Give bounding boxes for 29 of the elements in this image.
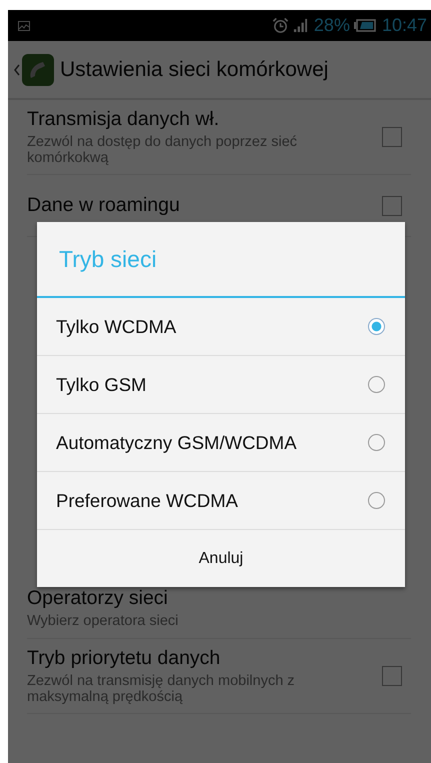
dialog-title: Tryb sieci	[37, 222, 405, 298]
battery-icon	[354, 19, 376, 32]
radio-button[interactable]	[368, 376, 385, 393]
network-mode-option[interactable]: Automatyczny GSM/WCDMA	[37, 414, 405, 472]
setting-title: Dane w roamingu	[27, 194, 181, 217]
checkbox[interactable]	[382, 127, 402, 147]
screen-title: Ustawienia sieci komórkowej	[60, 58, 328, 82]
setting-title: Tryb priorytetu danych	[27, 647, 222, 670]
cancel-button[interactable]: Anuluj	[37, 530, 405, 587]
radio-button[interactable]	[368, 434, 385, 451]
phone-app-icon[interactable]	[22, 54, 54, 86]
image-notification-icon	[18, 20, 30, 30]
clock-time: 10:47	[382, 15, 427, 36]
back-chevron-icon[interactable]	[14, 64, 20, 76]
checkbox[interactable]	[382, 196, 402, 216]
network-mode-option[interactable]: Tylko WCDMA	[37, 298, 405, 356]
radio-button[interactable]	[368, 492, 385, 509]
battery-percent: 28%	[314, 15, 350, 36]
option-label: Tylko GSM	[56, 374, 148, 396]
checkbox[interactable]	[382, 666, 402, 686]
radio-button[interactable]	[368, 318, 385, 335]
setting-title: Transmisja danych wł.	[27, 108, 220, 131]
signal-icon	[292, 18, 308, 33]
option-label: Tylko WCDMA	[56, 316, 178, 338]
option-label: Automatyczny GSM/WCDMA	[56, 432, 298, 454]
setting-title: Operatorzy sieci	[27, 586, 169, 610]
alarm-clock-icon	[272, 17, 289, 34]
network-mode-option[interactable]: Tylko GSM	[37, 356, 405, 414]
option-label: Preferowane WCDMA	[56, 490, 239, 512]
